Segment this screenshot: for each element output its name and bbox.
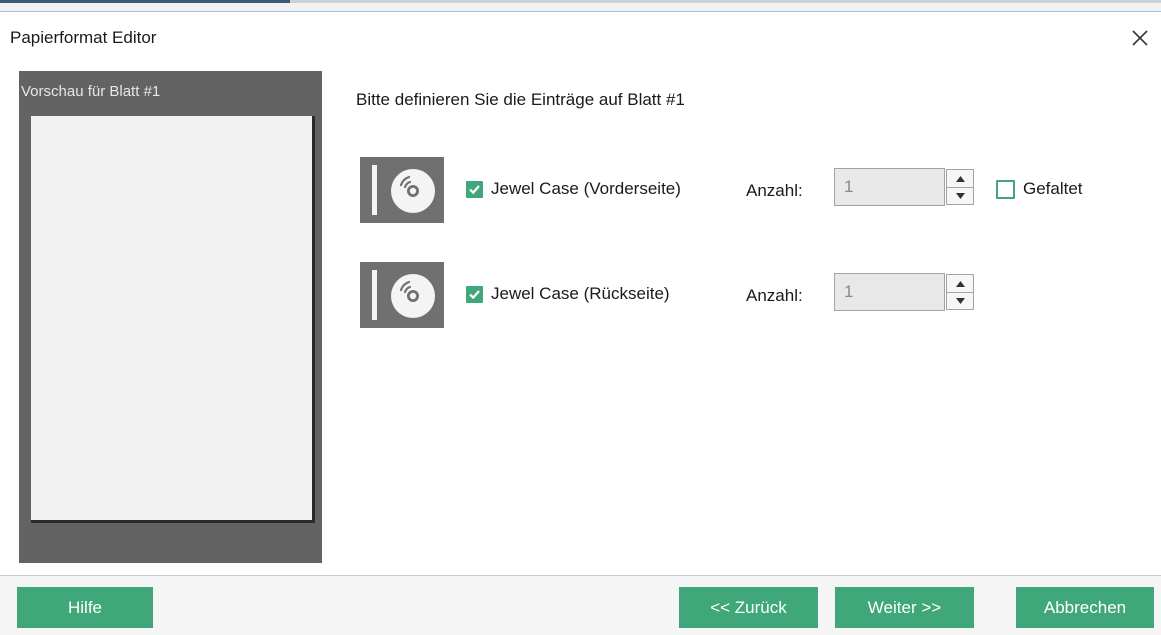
top-divider [0, 11, 1161, 12]
triangle-down-icon [955, 297, 965, 304]
spin-up-button[interactable] [947, 170, 973, 188]
sheet-preview-panel: Vorschau für Blatt #1 [19, 71, 322, 563]
next-button[interactable]: Weiter >> [835, 587, 974, 628]
preview-label: Vorschau für Blatt #1 [21, 83, 161, 100]
jewel-case-back-label: Jewel Case (Rückseite) [491, 284, 670, 303]
triangle-up-icon [955, 280, 965, 287]
triangle-up-icon [955, 175, 965, 182]
close-icon[interactable] [1124, 22, 1154, 52]
spin-up-button[interactable] [947, 275, 973, 293]
checkbox-checked-icon[interactable] [466, 180, 483, 198]
disc-icon [391, 274, 435, 318]
preview-page [31, 116, 315, 523]
back-button[interactable]: << Zurück [679, 587, 818, 628]
count-label: Anzahl: [746, 286, 803, 305]
folded-checkbox[interactable]: Gefaltet [996, 179, 1083, 199]
dialog-title: Papierformat Editor [10, 28, 157, 47]
checkbox-checked-icon[interactable] [466, 285, 483, 303]
jewel-case-back-checkbox[interactable]: Jewel Case (Rückseite) [466, 284, 670, 304]
triangle-down-icon [955, 192, 965, 199]
checkbox-unchecked-icon[interactable] [996, 179, 1015, 199]
instruction-text: Bitte definieren Sie die Einträge auf Bl… [356, 90, 685, 109]
window-top-strip [0, 0, 1161, 12]
count-spinner-front[interactable] [946, 169, 974, 205]
close-button[interactable] [1124, 22, 1154, 52]
tab-indicator-rest [290, 0, 1161, 3]
count-label: Anzahl: [746, 181, 803, 200]
help-button[interactable]: Hilfe [17, 587, 153, 628]
folded-label: Gefaltet [1023, 179, 1083, 198]
jewel-case-front-label: Jewel Case (Vorderseite) [491, 179, 681, 198]
spin-down-button[interactable] [947, 187, 973, 204]
cancel-button[interactable]: Abbrechen [1016, 587, 1154, 628]
disc-tile [360, 262, 444, 328]
jewel-case-front-checkbox[interactable]: Jewel Case (Vorderseite) [466, 179, 681, 199]
case-spine [372, 270, 377, 320]
case-spine [372, 165, 377, 215]
count-spinner-back[interactable] [946, 274, 974, 310]
tab-indicator [0, 0, 290, 3]
entry-row-front: Jewel Case (Vorderseite) Anzahl: Gefalte… [360, 157, 1150, 223]
spin-down-button[interactable] [947, 292, 973, 309]
count-input-back[interactable] [834, 273, 945, 311]
footer-bar [0, 576, 1161, 635]
disc-tile [360, 157, 444, 223]
count-input-front[interactable] [834, 168, 945, 206]
disc-icon [391, 169, 435, 213]
entry-row-back: Jewel Case (Rückseite) Anzahl: [360, 262, 1150, 328]
